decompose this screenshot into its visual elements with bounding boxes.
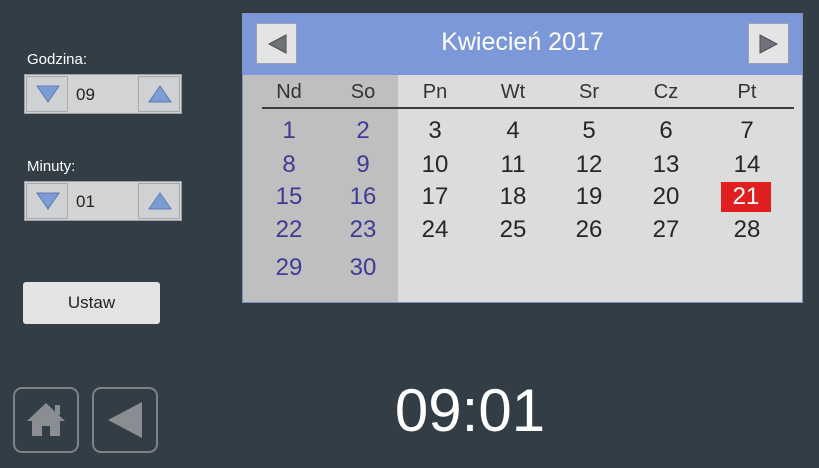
calendar-day[interactable]: 16 — [337, 182, 389, 212]
calendar-day[interactable]: 6 — [640, 116, 692, 146]
calendar-day[interactable]: 23 — [337, 215, 389, 245]
hour-spinner: 09 — [24, 74, 182, 114]
home-icon — [27, 403, 65, 436]
calendar-header: Kwiecień 2017 — [243, 14, 802, 75]
hour-label: Godzina: — [27, 51, 88, 68]
calendar-title: Kwiecień 2017 — [441, 28, 604, 56]
next-month-button[interactable] — [748, 23, 789, 64]
weekday-label: So — [350, 81, 376, 103]
calendar: Kwiecień 2017 Nd So Pn Wt Sr Cz Pt 1 2 3 4 5 6 7 8 9 10… — [242, 13, 803, 303]
calendar-day[interactable]: 29 — [263, 253, 315, 283]
calendar-day[interactable]: 7 — [721, 116, 773, 146]
weekday-label: Nd — [276, 81, 302, 103]
calendar-day[interactable]: 22 — [263, 215, 315, 245]
arrow-up-icon — [148, 85, 172, 103]
calendar-day[interactable]: 14 — [721, 150, 773, 180]
calendar-day[interactable]: 25 — [487, 215, 539, 245]
calendar-day[interactable]: 27 — [640, 215, 692, 245]
arrow-down-icon — [36, 192, 60, 210]
calendar-day[interactable]: 4 — [487, 116, 539, 146]
calendar-day[interactable]: 13 — [640, 150, 692, 180]
calendar-day[interactable]: 24 — [409, 215, 461, 245]
calendar-day[interactable]: 11 — [487, 150, 539, 180]
calendar-day[interactable]: 15 — [263, 182, 315, 212]
arrow-down-icon — [36, 85, 60, 103]
calendar-day-selected[interactable]: 21 — [721, 182, 771, 212]
back-arrow-icon — [108, 402, 142, 438]
minute-increase-button[interactable] — [138, 183, 180, 219]
set-button[interactable]: Ustaw — [23, 282, 160, 324]
minute-spinner: 01 — [24, 181, 182, 221]
calendar-day[interactable]: 26 — [563, 215, 615, 245]
calendar-day[interactable]: 3 — [409, 116, 461, 146]
hour-decrease-button[interactable] — [26, 76, 68, 112]
back-button[interactable] — [92, 387, 158, 453]
weekday-label: Pn — [422, 81, 448, 103]
weekday-label: Sr — [579, 81, 599, 103]
weekday-label: Wt — [500, 81, 526, 103]
calendar-day[interactable]: 10 — [409, 150, 461, 180]
calendar-day[interactable]: 2 — [337, 116, 389, 146]
calendar-day[interactable]: 5 — [563, 116, 615, 146]
hour-increase-button[interactable] — [138, 76, 180, 112]
calendar-day[interactable]: 20 — [640, 182, 692, 212]
calendar-day[interactable]: 8 — [263, 150, 315, 180]
minute-label: Minuty: — [27, 158, 76, 175]
calendar-day[interactable]: 19 — [563, 182, 615, 212]
arrow-up-icon — [148, 192, 172, 210]
arrow-right-icon — [759, 34, 779, 54]
weekday-divider — [262, 107, 794, 109]
weekday-label: Cz — [653, 81, 679, 103]
hour-value[interactable]: 09 — [76, 85, 95, 105]
home-button[interactable] — [13, 387, 79, 453]
weekday-label: Pt — [737, 81, 757, 103]
calendar-day[interactable]: 1 — [263, 116, 315, 146]
calendar-day[interactable]: 12 — [563, 150, 615, 180]
clock-display: 09:01 — [394, 377, 546, 444]
minute-decrease-button[interactable] — [26, 183, 68, 219]
calendar-day[interactable]: 30 — [337, 253, 389, 283]
calendar-day[interactable]: 18 — [487, 182, 539, 212]
calendar-day[interactable]: 17 — [409, 182, 461, 212]
minute-value[interactable]: 01 — [76, 192, 95, 212]
calendar-day[interactable]: 9 — [337, 150, 389, 180]
calendar-day[interactable]: 28 — [721, 215, 773, 245]
